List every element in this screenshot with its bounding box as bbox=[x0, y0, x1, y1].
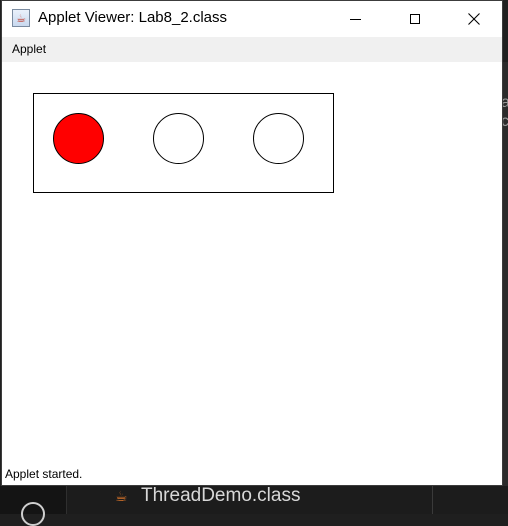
java-icon[interactable]: ☕ bbox=[12, 9, 30, 27]
java-icon: ☕ bbox=[115, 488, 128, 504]
taskbar: ☕ ThreadDemo.class bbox=[0, 485, 508, 526]
close-icon bbox=[468, 13, 480, 25]
taskbar-divider bbox=[432, 486, 433, 514]
minimize-icon bbox=[349, 18, 361, 20]
traffic-light-lamp-green bbox=[253, 113, 304, 164]
minimize-button[interactable] bbox=[332, 1, 378, 37]
title-bar[interactable]: ☕ Applet Viewer: Lab8_2.class bbox=[2, 1, 502, 37]
applet-canvas bbox=[2, 62, 502, 462]
status-text: Applet started. bbox=[5, 467, 83, 481]
traffic-light-lamp-red bbox=[53, 113, 104, 164]
taskbar-search-button[interactable] bbox=[0, 486, 67, 526]
search-icon bbox=[21, 502, 45, 526]
applet-viewer-window: ☕ Applet Viewer: Lab8_2.class Applet App… bbox=[1, 0, 503, 486]
close-button[interactable] bbox=[451, 1, 497, 37]
traffic-light-lamp-yellow bbox=[153, 113, 204, 164]
menu-item-applet[interactable]: Applet bbox=[12, 42, 46, 56]
menu-bar: Applet bbox=[2, 37, 502, 62]
taskbar-item-label: ThreadDemo.class bbox=[141, 485, 301, 506]
traffic-light-panel bbox=[33, 93, 334, 193]
status-bar: Applet started. bbox=[2, 464, 502, 485]
window-title: Applet Viewer: Lab8_2.class bbox=[38, 9, 228, 26]
maximize-button[interactable] bbox=[392, 1, 438, 37]
maximize-icon bbox=[410, 14, 420, 24]
